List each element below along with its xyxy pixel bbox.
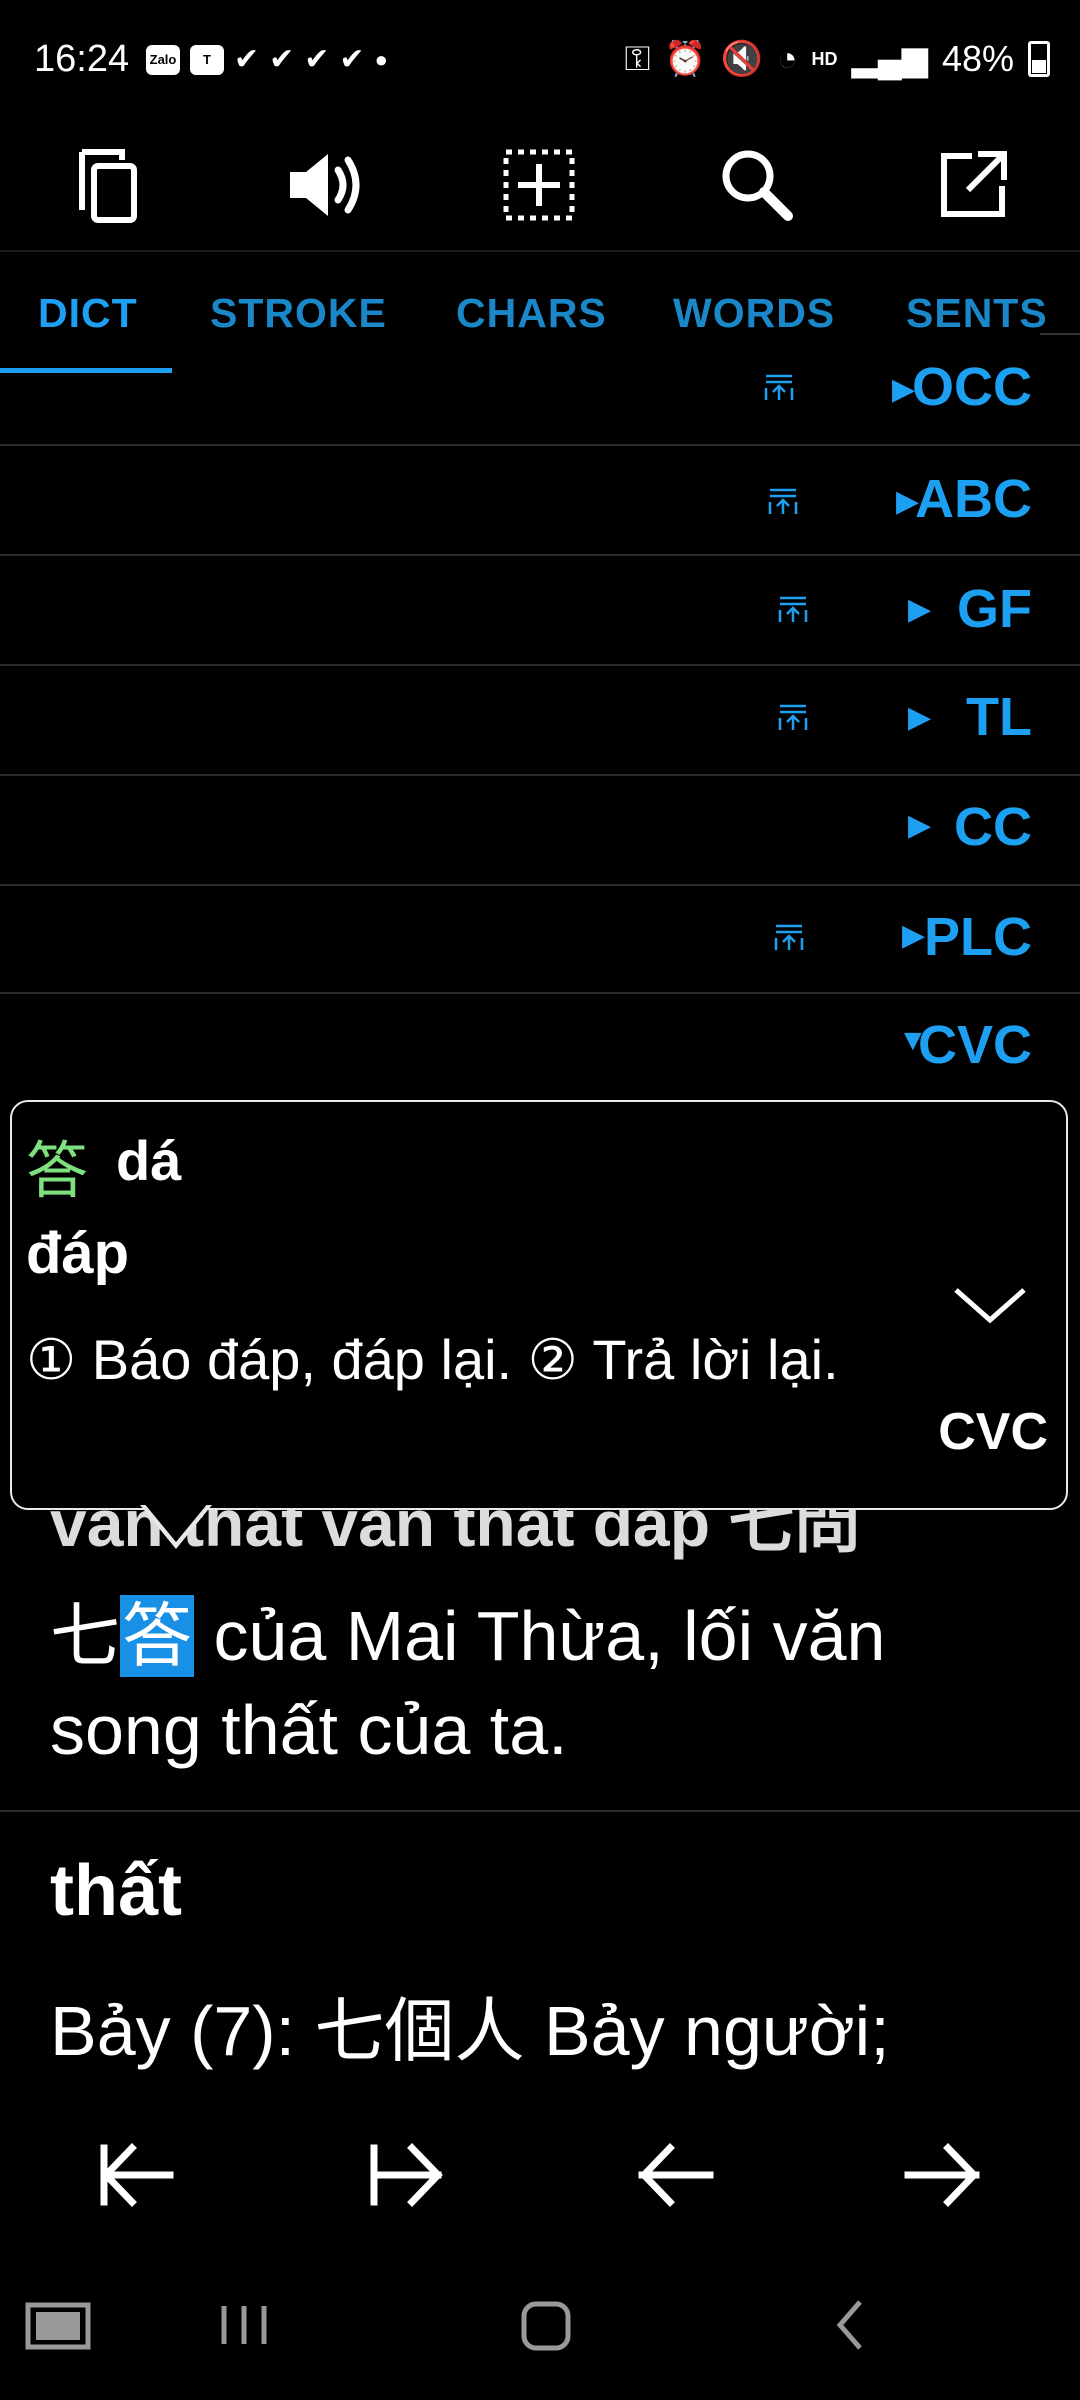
tab-dict[interactable]: DICT bbox=[38, 290, 138, 337]
expand-arrow-icon: ▶ bbox=[908, 593, 932, 626]
pin-to-top-icon[interactable] bbox=[772, 920, 806, 954]
dict-label: GF bbox=[957, 579, 1032, 639]
entry-line-1: 七答 của Mai Thừa, lối văn bbox=[50, 1580, 885, 1681]
dict-label: PLC bbox=[924, 907, 1032, 967]
check-icon: ✔ bbox=[269, 43, 295, 76]
entry-text: của Mai Thừa, lối văn bbox=[194, 1597, 886, 1675]
definition-text: Bảy (7): bbox=[50, 1992, 315, 2070]
battery-icon bbox=[1028, 41, 1050, 77]
check-icon: ✔ bbox=[304, 43, 330, 76]
wifi-icon: ◔ bbox=[777, 39, 798, 78]
tab-chars[interactable]: CHARS bbox=[456, 290, 607, 337]
back-icon[interactable] bbox=[810, 2280, 890, 2370]
pin-to-top-icon[interactable] bbox=[776, 700, 810, 734]
dict-row-occ[interactable]: ▶ OCC bbox=[0, 336, 1080, 446]
dict-label: CVC bbox=[917, 1015, 1032, 1075]
entry-divider bbox=[0, 1810, 1080, 1812]
alarm-icon: ⏰ bbox=[664, 40, 707, 78]
popup-character: 答 bbox=[26, 1134, 89, 1207]
speaker-icon[interactable] bbox=[268, 130, 378, 240]
popup-source: CVC bbox=[938, 1403, 1048, 1461]
definition-text: Bảy người; bbox=[524, 1992, 890, 2070]
popup-definition: ① Báo đáp, đáp lại. ② Trả lời lại. bbox=[26, 1328, 839, 1391]
selected-character[interactable]: 答 bbox=[120, 1595, 194, 1677]
dict-row-plc[interactable]: ▶ PLC bbox=[0, 884, 1080, 994]
expand-arrow-icon: ▶ bbox=[902, 919, 926, 952]
mute-icon: 🔇 bbox=[720, 40, 763, 78]
headword: thất bbox=[50, 1851, 182, 1931]
expand-arrow-icon: ▶ bbox=[908, 809, 932, 842]
dict-label: ABC bbox=[915, 469, 1032, 529]
signal-icon: ▂▄▆ bbox=[851, 40, 928, 78]
dot-icon: ● bbox=[374, 47, 388, 72]
definition-cjk[interactable]: 七個人 bbox=[315, 1990, 525, 2072]
next-icon[interactable] bbox=[884, 2120, 1004, 2230]
hd-label: HD bbox=[811, 48, 838, 69]
check-icon: ✔ bbox=[339, 43, 365, 76]
screen-cast-icon[interactable] bbox=[18, 2280, 98, 2370]
dict-label: TL bbox=[966, 687, 1032, 747]
dict-label: CC bbox=[954, 797, 1032, 857]
dict-label: OCC bbox=[912, 357, 1032, 417]
pin-to-top-icon[interactable] bbox=[766, 484, 800, 518]
battery-percent: 48% bbox=[941, 38, 1014, 79]
definition-line: Bảy (7): 七個人 Bảy người; bbox=[50, 1975, 890, 2076]
status-bar: 16:24 Zalo T ✔ ✔ ✔ ✔ ● ⚿ ⏰ 🔇 ◔ HD ▂▄▆ 48… bbox=[0, 0, 1080, 120]
home-icon[interactable] bbox=[506, 2280, 586, 2370]
last-icon[interactable] bbox=[344, 2120, 464, 2230]
teams-icon: T bbox=[190, 45, 224, 75]
zalo-icon: Zalo bbox=[146, 45, 180, 75]
status-time: 16:24 bbox=[34, 38, 130, 80]
popup-pointer-fill bbox=[143, 1502, 209, 1542]
chevron-down-icon[interactable] bbox=[950, 1280, 1030, 1330]
copy-icon[interactable] bbox=[52, 130, 162, 240]
open-external-icon[interactable] bbox=[918, 130, 1028, 240]
character-popup[interactable]: 答 dá đáp ① Báo đáp, đáp lại. ② Trả lời l… bbox=[10, 1100, 1068, 1510]
dict-row-abc[interactable]: ▶ ABC bbox=[0, 446, 1080, 556]
popup-pinyin: dá bbox=[116, 1129, 182, 1192]
entry-cjk-prefix: 七 bbox=[50, 1595, 120, 1677]
tab-stroke[interactable]: STROKE bbox=[210, 290, 387, 337]
dict-row-cc[interactable]: ▶ CC bbox=[0, 776, 1080, 886]
notification-icons: Zalo T ✔ ✔ ✔ ✔ ● bbox=[146, 42, 388, 78]
previous-icon[interactable] bbox=[614, 2120, 734, 2230]
dict-row-gf[interactable]: ▶ GF bbox=[0, 556, 1080, 666]
popup-vietnamese: đáp bbox=[26, 1221, 130, 1286]
expand-arrow-icon: ▶ bbox=[908, 701, 932, 734]
tab-baseline bbox=[1040, 333, 1080, 335]
toolbar bbox=[0, 120, 1080, 250]
tab-sents[interactable]: SENTS bbox=[906, 290, 1048, 337]
first-icon[interactable] bbox=[74, 2120, 194, 2230]
system-status-icons: ⚿ ⏰ 🔇 ◔ HD ▂▄▆ 48% bbox=[624, 38, 1050, 80]
check-icon: ✔ bbox=[234, 43, 260, 76]
add-grid-icon[interactable] bbox=[486, 130, 596, 240]
dict-row-tl[interactable]: ▶ TL bbox=[0, 666, 1080, 776]
entry-line-2: song thất của ta. bbox=[50, 1691, 568, 1769]
pin-to-top-icon[interactable] bbox=[776, 592, 810, 626]
dict-row-cvc[interactable]: ▼ CVC bbox=[0, 994, 1080, 1102]
search-icon[interactable] bbox=[702, 130, 812, 240]
recent-apps-icon[interactable] bbox=[204, 2280, 284, 2370]
key-icon: ⚿ bbox=[624, 39, 651, 78]
pin-to-top-icon[interactable] bbox=[762, 370, 796, 404]
tab-words[interactable]: WORDS bbox=[673, 290, 835, 337]
